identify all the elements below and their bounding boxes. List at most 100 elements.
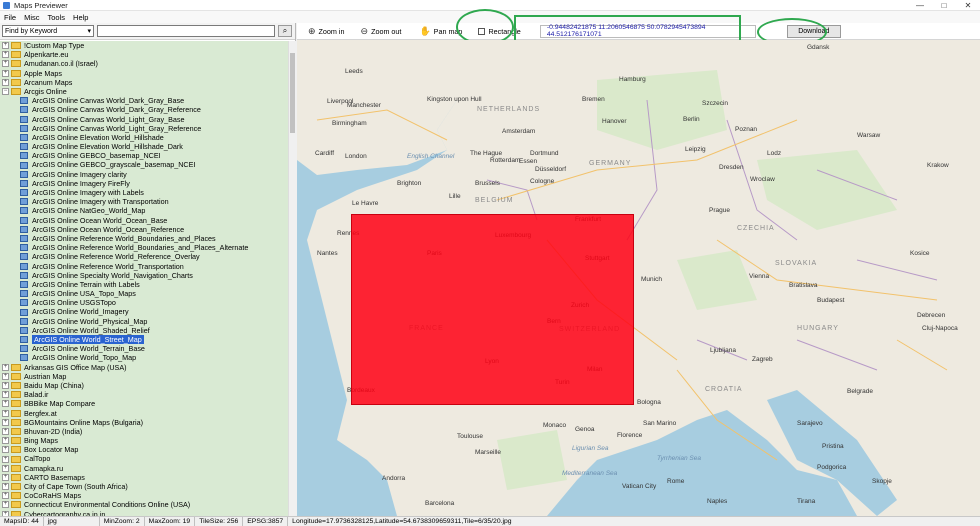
tree-folder[interactable]: + Connecticut Environmental Conditions On… — [0, 500, 288, 509]
menu-file[interactable]: File — [0, 13, 20, 22]
menu-help[interactable]: Help — [69, 13, 92, 22]
expand-icon[interactable]: + — [2, 42, 9, 50]
tree-folder[interactable]: + CalTopo — [0, 454, 288, 463]
tree-folder[interactable]: + Arkansas GIS Office Map (USA) — [0, 363, 288, 372]
zoom-in-label: Zoom in — [318, 26, 345, 36]
folder-icon — [11, 446, 21, 454]
collapse-icon[interactable]: − — [2, 88, 9, 96]
tree-folder[interactable]: + Box Locator Map — [0, 445, 288, 454]
tree-item[interactable]: ArcGIS Online Ocean World_Ocean_Referenc… — [0, 225, 288, 234]
expand-icon[interactable]: + — [2, 78, 9, 86]
tree-folder[interactable]: + Apple Maps — [0, 69, 288, 78]
expand-icon[interactable]: + — [2, 437, 9, 445]
expand-icon[interactable]: + — [2, 400, 9, 408]
expand-icon[interactable]: + — [2, 492, 9, 500]
tree-item[interactable]: ArcGIS Online Reference World_Reference_… — [0, 252, 288, 261]
expand-icon[interactable]: + — [2, 391, 9, 399]
close-button[interactable]: ✕ — [956, 0, 980, 11]
download-button[interactable]: Download — [786, 24, 841, 38]
tree-item[interactable]: ArcGIS Online Terrain with Labels — [0, 280, 288, 289]
tree-folder[interactable]: + Bhuvan-2D (India) — [0, 427, 288, 436]
tree-item[interactable]: ArcGIS Online GEBCO_grayscale_basemap_NC… — [0, 160, 288, 169]
tree-item[interactable]: ArcGIS Online World_Imagery — [0, 307, 288, 316]
tree-folder[interactable]: + BGMountains Online Maps (Bulgaria) — [0, 418, 288, 427]
tree-item[interactable]: ArcGIS Online Reference World_Boundaries… — [0, 234, 288, 243]
tree-item[interactable]: ArcGIS Online Imagery FireFly — [0, 179, 288, 188]
tree-item[interactable]: ArcGIS Online NatGeo_World_Map — [0, 206, 288, 215]
tree-item[interactable]: ArcGIS Online Elevation World_Hillshade_… — [0, 142, 288, 151]
minimize-button[interactable]: — — [908, 0, 932, 11]
status-bar: MapsID: 44 jpg MinZoom: 2 MaxZoom: 19 Ti… — [0, 516, 980, 526]
search-type-select[interactable]: Find by Keyword ▾ — [2, 25, 94, 37]
tree-item[interactable]: ArcGIS Online Elevation World_Hillshade — [0, 133, 288, 142]
expand-icon[interactable]: + — [2, 418, 9, 426]
zoom-out-button[interactable]: ⊖ Zoom out — [361, 26, 402, 37]
tree-item[interactable]: ArcGIS Online Imagery clarity — [0, 170, 288, 179]
tree-item-label: ArcGIS Online Imagery with Transportatio… — [32, 197, 169, 207]
search-input[interactable] — [97, 25, 275, 37]
tree-folder[interactable]: + Austrian Map — [0, 372, 288, 381]
rectangle-checkbox[interactable]: Rectangle — [478, 27, 521, 36]
tree-folder[interactable]: + Alpenkarte.eu — [0, 50, 288, 59]
tree-folder[interactable]: + Arcanum Maps — [0, 78, 288, 87]
expand-icon[interactable]: + — [2, 382, 9, 390]
zoom-in-button[interactable]: ⊕ Zoom in — [308, 26, 345, 37]
pan-map-button[interactable]: ✋ Pan map — [419, 26, 462, 37]
app-icon — [3, 1, 10, 9]
tree-item[interactable]: ArcGIS Online World_Shaded_Relief — [0, 326, 288, 335]
tree-scrollbar[interactable] — [288, 41, 296, 516]
tree-item[interactable]: ArcGIS Online Canvas World_Light_Gray_Re… — [0, 124, 288, 133]
tree-folder[interactable]: + Bergfex.at — [0, 409, 288, 418]
tree-item[interactable]: ArcGIS Online Imagery with Labels — [0, 188, 288, 197]
tree-item[interactable]: ArcGIS Online Specialty World_Navigation… — [0, 271, 288, 280]
tree-item[interactable]: ArcGIS Online World_Street_Map — [0, 335, 288, 345]
tree-item[interactable]: ArcGIS Online Imagery with Transportatio… — [0, 197, 288, 206]
maximize-button[interactable]: □ — [932, 0, 956, 11]
expand-icon[interactable]: + — [2, 363, 9, 371]
expand-icon[interactable]: + — [2, 51, 9, 59]
tree-folder[interactable]: + City of Cape Town (South Africa) — [0, 482, 288, 491]
tree-scrollbar-thumb[interactable] — [290, 53, 295, 133]
tree-item[interactable]: ArcGIS Online Canvas World_Dark_Gray_Ref… — [0, 105, 288, 114]
tree-folder[interactable]: + CARTO Basemaps — [0, 473, 288, 482]
expand-icon[interactable]: + — [2, 60, 9, 68]
expand-icon[interactable]: + — [2, 501, 9, 509]
tree-item[interactable]: ArcGIS Online World_Physical_Map — [0, 317, 288, 326]
map-canvas[interactable]: Leeds Liverpool Manchester Kingston upon Hu… — [297, 40, 980, 516]
tree-folder[interactable]: + Amudanan.co.il (Israel) — [0, 59, 288, 68]
expand-icon[interactable]: + — [2, 427, 9, 435]
search-button[interactable]: ⌕ — [278, 25, 292, 37]
tree-folder[interactable]: + CoCoRaHS Maps — [0, 491, 288, 500]
map-label-city: Wroclaw — [750, 176, 775, 183]
tree-item[interactable]: ArcGIS Online Canvas World_Dark_Gray_Bas… — [0, 96, 288, 105]
coordinates-field[interactable]: -0.94482421875 11.2060546875 50.07829454… — [539, 24, 756, 38]
expand-icon[interactable]: + — [2, 372, 9, 380]
tree-folder[interactable]: + Bing Maps — [0, 436, 288, 445]
tree-folder[interactable]: + BBBike Map Compare — [0, 399, 288, 408]
expand-icon[interactable]: + — [2, 464, 9, 472]
tree-item[interactable]: ArcGIS Online GEBCO_basemap_NCEI — [0, 151, 288, 160]
expand-icon[interactable]: + — [2, 409, 9, 417]
expand-icon[interactable]: + — [2, 483, 9, 491]
tree-folder[interactable]: + Balad.ir — [0, 390, 288, 399]
expand-icon[interactable]: + — [2, 455, 9, 463]
tree-item[interactable]: ArcGIS Online Reference World_Boundaries… — [0, 243, 288, 252]
tree-item-label: BGMountains Online Maps (Bulgaria) — [24, 417, 144, 427]
menu-tools[interactable]: Tools — [44, 13, 70, 22]
tree-item[interactable]: ArcGIS Online Canvas World_Light_Gray_Ba… — [0, 115, 288, 124]
menu-misc[interactable]: Misc — [20, 13, 43, 22]
tree-item[interactable]: ArcGIS Online Ocean World_Ocean_Base — [0, 216, 288, 225]
expand-icon[interactable]: + — [2, 473, 9, 481]
tree-folder[interactable]: − Arcgis Online — [0, 87, 288, 96]
tree-item[interactable]: ArcGIS Online World_Terrain_Base — [0, 344, 288, 353]
tree-item[interactable]: ArcGIS Online USGSTopo — [0, 298, 288, 307]
tree-item[interactable]: ArcGIS Online Reference World_Transporta… — [0, 262, 288, 271]
tree-item[interactable]: ArcGIS Online World_Topo_Map — [0, 353, 288, 362]
tree-folder[interactable]: + Camapka.ru — [0, 464, 288, 473]
expand-icon[interactable]: + — [2, 69, 9, 77]
expand-icon[interactable]: + — [2, 446, 9, 454]
tree-folder[interactable]: + !Custom Map Type — [0, 41, 288, 50]
tree-item[interactable]: ArcGIS Online USA_Topo_Maps — [0, 289, 288, 298]
selection-rectangle[interactable] — [351, 214, 634, 405]
tree-folder[interactable]: + Baidu Map (China) — [0, 381, 288, 390]
